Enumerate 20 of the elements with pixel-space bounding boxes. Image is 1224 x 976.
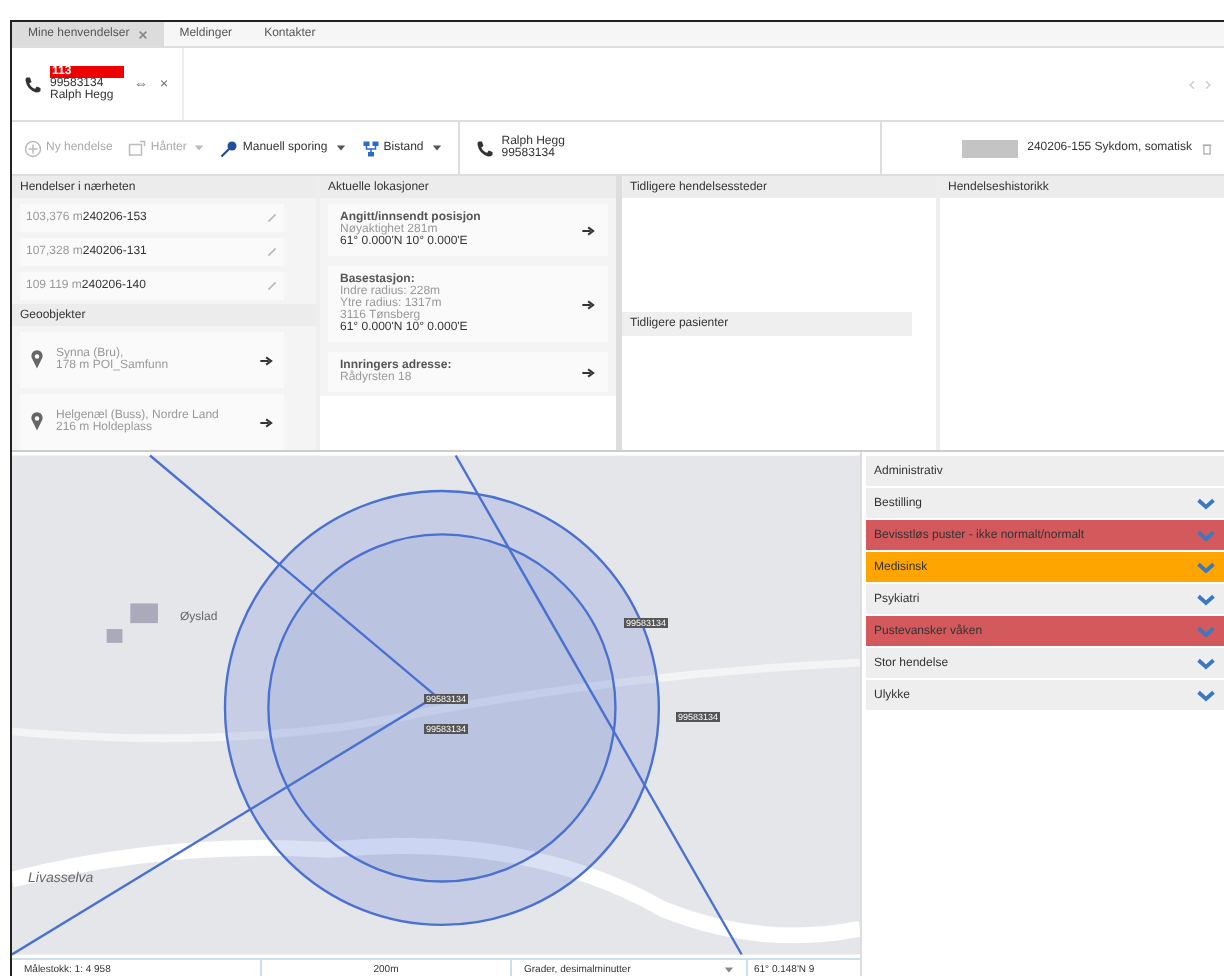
arrow-icon[interactable]: [260, 355, 274, 365]
location-pin-icon: [30, 412, 44, 432]
arrow-icon[interactable]: [260, 417, 274, 427]
arrow-icon[interactable]: [582, 225, 596, 235]
arrow-icon[interactable]: [582, 367, 596, 377]
add-icon: [24, 139, 42, 157]
location-pin-icon: [30, 350, 44, 370]
arrow-icon[interactable]: [582, 299, 596, 309]
trash-icon[interactable]: [1202, 141, 1212, 155]
caret-icon: [194, 144, 205, 152]
caret-icon: [335, 144, 346, 152]
pin-icon: [220, 139, 239, 157]
incident-swatch: [961, 139, 1018, 157]
phone-icon: [24, 75, 42, 93]
phone-icon: [475, 139, 494, 157]
caret-icon: [431, 144, 442, 152]
window-icon: [128, 139, 147, 157]
caret-icon: [724, 965, 734, 973]
close-icon[interactable]: [137, 29, 148, 39]
network-icon: [361, 139, 380, 157]
